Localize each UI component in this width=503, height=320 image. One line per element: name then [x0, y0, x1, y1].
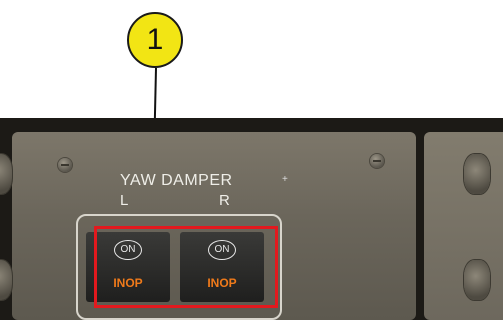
knob-icon — [464, 260, 490, 300]
callout-badge: 1 — [127, 12, 183, 68]
knob-icon — [464, 154, 490, 194]
left-label: L — [120, 192, 129, 209]
callout-number: 1 — [146, 23, 164, 56]
screw-icon — [370, 154, 384, 168]
panel-plus-mark: + — [282, 174, 288, 185]
overhead-panel-frame: YAW DAMPER + L R ON INOP ON INOP — [0, 118, 503, 320]
highlight-box — [94, 226, 278, 308]
yaw-damper-panel: YAW DAMPER + L R ON INOP ON INOP — [12, 132, 416, 320]
right-label: R — [219, 192, 230, 209]
screw-icon — [58, 158, 72, 172]
knob-icon — [0, 260, 12, 300]
knob-icon — [0, 154, 12, 194]
panel-title: YAW DAMPER — [120, 172, 233, 189]
adjacent-panel — [424, 132, 503, 320]
